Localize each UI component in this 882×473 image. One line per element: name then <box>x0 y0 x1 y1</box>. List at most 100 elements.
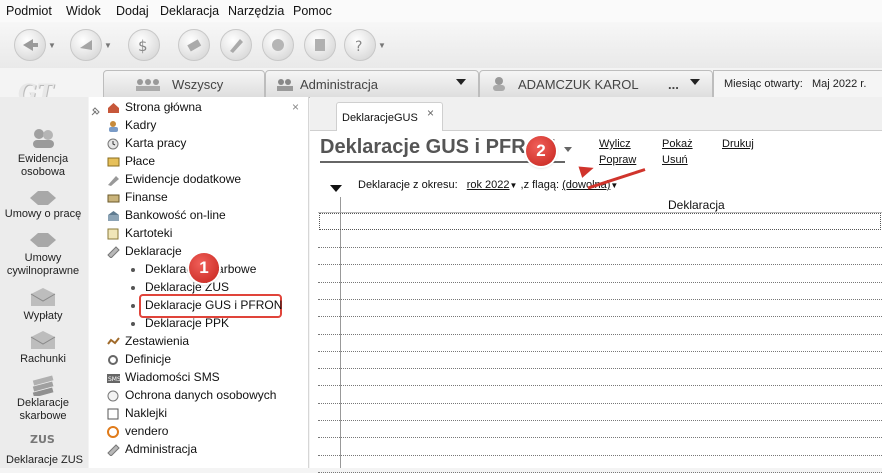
tab-deklaracje-gus[interactable]: DeklaracjeGUS × <box>336 102 443 131</box>
context-selector-bar: Wszyscy Administracja ADAMCZUK KAROL ...… <box>103 70 882 98</box>
grid-row[interactable] <box>318 334 882 352</box>
tab-close-icon[interactable]: × <box>427 106 434 120</box>
nav-deklaracje-zus[interactable]: Deklaracje ZUS <box>6 454 92 467</box>
zus-icon: ZUS <box>28 430 58 448</box>
grid-row[interactable] <box>318 317 882 335</box>
grid-header: Deklaracja <box>318 197 882 468</box>
grid-header-deklaracja[interactable]: Deklaracja <box>668 198 725 212</box>
grid-focus-row[interactable] <box>319 213 881 230</box>
forward-dropdown-icon[interactable]: ▼ <box>104 41 112 50</box>
envelope-icon <box>28 329 58 351</box>
menu-dodaj[interactable]: Dodaj <box>116 4 149 18</box>
nav-wyplaty[interactable]: Wypłaty <box>0 310 86 323</box>
filter-prefix: Deklaracje z okresu: <box>358 179 458 191</box>
nav-ewidencja-osobowa[interactable]: Ewidencja osobowa <box>0 153 86 179</box>
pencil-icon <box>107 173 120 186</box>
main-panel: DeklaracjeGUS × Deklaracje GUS i PFRON W… <box>310 97 882 473</box>
nav-deklaracje-skarbowe[interactable]: Deklaracje skarbowe <box>0 397 86 423</box>
bullet-icon <box>131 304 135 308</box>
back-arrow-icon[interactable] <box>14 29 46 61</box>
grid-row[interactable] <box>318 247 882 266</box>
action-pokaz[interactable]: Pokaż <box>662 138 693 150</box>
user-selector[interactable]: ADAMCZUK KAROL ... <box>479 70 713 98</box>
admin-people-icon <box>276 77 294 91</box>
grid-row[interactable] <box>318 265 882 283</box>
person-icon <box>107 119 120 132</box>
payroll-icon <box>107 155 120 167</box>
coin-icon[interactable] <box>262 29 294 61</box>
bullet-icon <box>131 286 135 290</box>
grid-row[interactable] <box>318 386 882 404</box>
grid-options-icon[interactable] <box>330 185 342 192</box>
stack-icon <box>28 374 58 398</box>
svg-text:$: $ <box>138 37 148 54</box>
action-drukuj[interactable]: Drukuj <box>722 138 754 150</box>
help-dropdown-icon[interactable]: ▼ <box>378 41 386 50</box>
eraser-icon[interactable] <box>178 29 210 61</box>
nav-umowy-cywilnoprawne[interactable]: Umowy cywilnoprawne <box>0 252 86 278</box>
pointer-arrow-head <box>578 162 596 178</box>
bullet-icon <box>131 322 135 326</box>
home-icon <box>107 101 120 113</box>
filter-bar: Deklaracje z okresu: rok 2022▼ ,z flagą:… <box>358 179 618 191</box>
admin-icon <box>107 443 120 457</box>
group-people-icon <box>134 77 162 91</box>
grid-row[interactable] <box>318 282 882 300</box>
menu-widok[interactable]: Widok <box>66 4 101 18</box>
step-marker-2: 2 <box>526 136 556 166</box>
handshake-icon <box>28 186 58 208</box>
action-wylicz[interactable]: Wylicz <box>599 138 631 150</box>
user-more-button[interactable]: ... <box>668 77 679 92</box>
month-label: Miesiąc otwarty: <box>724 78 803 90</box>
menu-podmiot[interactable]: Podmiot <box>6 4 52 18</box>
flag-dropdown-icon[interactable]: ▼ <box>610 181 618 190</box>
left-module-bar: Ewidencja osobowa Umowy o pracę Umowy cy… <box>0 97 93 468</box>
svg-text:ZUS: ZUS <box>30 433 55 446</box>
grid-row[interactable] <box>318 368 882 387</box>
menu-pomoc[interactable]: Pomoc <box>293 4 332 18</box>
sticker-icon <box>107 407 120 420</box>
clock-icon <box>107 137 120 150</box>
grid-row[interactable] <box>318 455 882 473</box>
period-dropdown-icon[interactable]: ▼ <box>510 181 518 190</box>
sms-icon: SMS <box>107 371 121 383</box>
pen-icon[interactable] <box>220 29 252 61</box>
grid-row[interactable] <box>318 351 882 370</box>
back-dropdown-icon[interactable]: ▼ <box>48 41 56 50</box>
finance-icon <box>107 191 120 203</box>
title-underline <box>320 161 565 163</box>
shield-icon <box>107 389 120 402</box>
title-dropdown-icon[interactable] <box>564 147 572 152</box>
tree-close-icon[interactable]: × <box>292 100 299 114</box>
module-selector-label: Administracja <box>300 77 379 92</box>
people-icon <box>28 127 58 149</box>
tab-strip: DeklaracjeGUS × <box>310 97 882 131</box>
forward-icon[interactable] <box>70 29 102 61</box>
grid-row[interactable] <box>318 299 882 318</box>
vendero-icon <box>107 425 120 438</box>
action-usun[interactable]: Usuń <box>662 154 688 166</box>
nav-rachunki[interactable]: Rachunki <box>0 353 86 366</box>
grid-row[interactable] <box>318 420 882 439</box>
period-selector[interactable]: rok 2022 <box>467 179 510 191</box>
grid-row[interactable] <box>318 438 882 456</box>
svg-text:?: ? <box>355 39 362 54</box>
group-selector[interactable]: Wszyscy <box>103 70 265 98</box>
help-icon[interactable]: ? <box>344 29 376 61</box>
action-popraw[interactable]: Popraw <box>599 154 636 166</box>
pin-icon[interactable] <box>91 105 101 116</box>
group-selector-label: Wszyscy <box>172 77 224 92</box>
step-marker-1: 1 <box>189 253 219 283</box>
menu-bar: Podmiot Widok Dodaj Deklaracja Narzędzia… <box>0 0 882 22</box>
envelope-icon <box>28 286 58 308</box>
user-dropdown-icon <box>690 79 700 85</box>
nav-umowy-o-prace[interactable]: Umowy o pracę <box>0 208 86 221</box>
module-selector[interactable]: Administracja <box>265 70 479 98</box>
menu-deklaracja[interactable]: Deklaracja <box>160 4 219 18</box>
grid-row[interactable] <box>318 230 882 248</box>
menu-narzedzia[interactable]: Narzędzia <box>228 4 284 18</box>
document-icon[interactable] <box>304 29 336 61</box>
grid-row[interactable] <box>318 403 882 421</box>
tab-label: DeklaracjeGUS <box>342 112 418 124</box>
money-icon[interactable]: $ <box>128 29 160 61</box>
